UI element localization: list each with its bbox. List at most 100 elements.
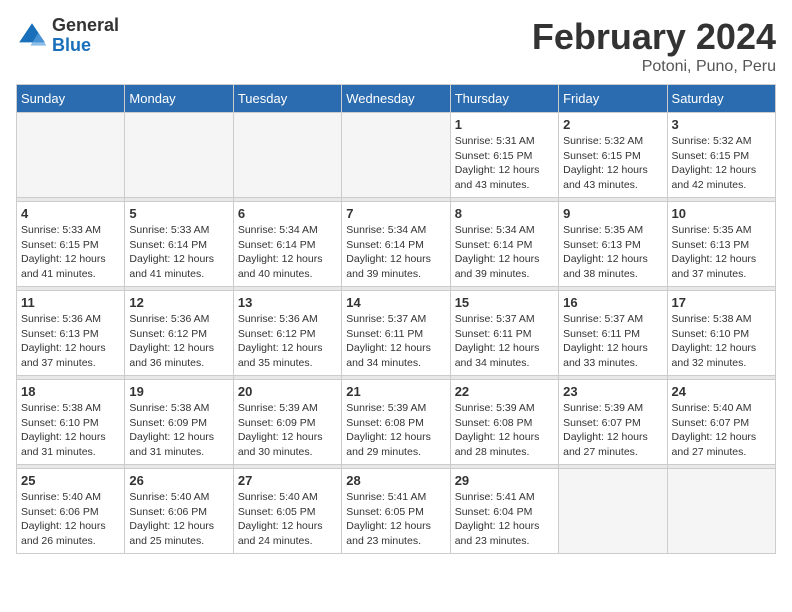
logo-general-text: General <box>52 16 119 36</box>
logo: General Blue <box>16 16 119 56</box>
calendar-cell: 25Sunrise: 5:40 AMSunset: 6:06 PMDayligh… <box>17 469 125 554</box>
calendar-cell: 6 Sunrise: 5:34 AMSunset: 6:14 PMDaylight… <box>233 202 341 287</box>
day-info: Sunrise: 5:33 AMSunset: 6:15 PMDaylight:… <box>21 223 120 282</box>
calendar-cell: 15 Sunrise: 5:37 AMSunset: 6:11 PMDayligh… <box>450 291 558 376</box>
day-info: Sunrise: 5:39 AMSunset: 6:09 PMDaylight:… <box>238 401 337 460</box>
calendar-week-row: 25Sunrise: 5:40 AMSunset: 6:06 PMDayligh… <box>17 469 776 554</box>
location-text: Potoni, Puno, Peru <box>532 58 776 76</box>
day-info: Sunrise: 5:32 AMSunset: 6:15 PMDaylight:… <box>563 134 662 193</box>
day-number: 5 <box>129 206 228 221</box>
day-number: 7 <box>346 206 445 221</box>
calendar-cell: 13 Sunrise: 5:36 AMSunset: 6:12 PMDayligh… <box>233 291 341 376</box>
day-number: 1 <box>455 117 554 132</box>
calendar-week-row: 18Sunrise: 5:38 AMSunset: 6:10 PMDayligh… <box>17 380 776 465</box>
day-number: 23 <box>563 384 662 399</box>
day-number: 26 <box>129 473 228 488</box>
day-info: Sunrise: 5:33 AMSunset: 6:14 PMDaylight:… <box>129 223 228 282</box>
day-info: Sunrise: 5:38 AMSunset: 6:09 PMDaylight:… <box>129 401 228 460</box>
day-info: Sunrise: 5:37 AMSunset: 6:11 PMDaylight:… <box>455 312 554 371</box>
day-info: Sunrise: 5:36 AMSunset: 6:12 PMDaylight:… <box>129 312 228 371</box>
weekday-header-wednesday: Wednesday <box>342 85 450 113</box>
calendar-cell: 16 Sunrise: 5:37 AMSunset: 6:11 PMDayligh… <box>559 291 667 376</box>
calendar-cell: 23 Sunrise: 5:39 AMSunset: 6:07 PMDayligh… <box>559 380 667 465</box>
day-number: 3 <box>672 117 771 132</box>
calendar-cell: 27Sunrise: 5:40 AMSunset: 6:05 PMDayligh… <box>233 469 341 554</box>
calendar-cell: 22Sunrise: 5:39 AMSunset: 6:08 PMDayligh… <box>450 380 558 465</box>
calendar-cell: 18Sunrise: 5:38 AMSunset: 6:10 PMDayligh… <box>17 380 125 465</box>
calendar-cell: 10Sunrise: 5:35 AMSunset: 6:13 PMDayligh… <box>667 202 775 287</box>
calendar-cell: 11 Sunrise: 5:36 AMSunset: 6:13 PMDayligh… <box>17 291 125 376</box>
calendar-cell: 1 Sunrise: 5:31 AMSunset: 6:15 PMDaylight… <box>450 113 558 198</box>
calendar-cell: 5 Sunrise: 5:33 AMSunset: 6:14 PMDaylight… <box>125 202 233 287</box>
day-info: Sunrise: 5:40 AMSunset: 6:07 PMDaylight:… <box>672 401 771 460</box>
calendar-cell: 21Sunrise: 5:39 AMSunset: 6:08 PMDayligh… <box>342 380 450 465</box>
calendar-cell: 9 Sunrise: 5:35 AMSunset: 6:13 PMDaylight… <box>559 202 667 287</box>
calendar-cell: 26 Sunrise: 5:40 AMSunset: 6:06 PMDayligh… <box>125 469 233 554</box>
day-number: 9 <box>563 206 662 221</box>
day-number: 4 <box>21 206 120 221</box>
day-number: 6 <box>238 206 337 221</box>
calendar-cell: 19 Sunrise: 5:38 AMSunset: 6:09 PMDayligh… <box>125 380 233 465</box>
day-number: 17 <box>672 295 771 310</box>
day-info: Sunrise: 5:37 AMSunset: 6:11 PMDaylight:… <box>346 312 445 371</box>
weekday-header-tuesday: Tuesday <box>233 85 341 113</box>
weekday-header-saturday: Saturday <box>667 85 775 113</box>
day-info: Sunrise: 5:38 AMSunset: 6:10 PMDaylight:… <box>21 401 120 460</box>
day-info: Sunrise: 5:34 AMSunset: 6:14 PMDaylight:… <box>238 223 337 282</box>
day-number: 29 <box>455 473 554 488</box>
calendar-cell <box>667 469 775 554</box>
weekday-header-monday: Monday <box>125 85 233 113</box>
day-number: 16 <box>563 295 662 310</box>
day-number: 12 <box>129 295 228 310</box>
day-info: Sunrise: 5:35 AMSunset: 6:13 PMDaylight:… <box>563 223 662 282</box>
calendar-cell <box>125 113 233 198</box>
day-info: Sunrise: 5:34 AMSunset: 6:14 PMDaylight:… <box>455 223 554 282</box>
calendar-cell <box>342 113 450 198</box>
weekday-header-row: SundayMondayTuesdayWednesdayThursdayFrid… <box>17 85 776 113</box>
day-info: Sunrise: 5:36 AMSunset: 6:12 PMDaylight:… <box>238 312 337 371</box>
day-number: 14 <box>346 295 445 310</box>
day-info: Sunrise: 5:37 AMSunset: 6:11 PMDaylight:… <box>563 312 662 371</box>
calendar-cell: 14 Sunrise: 5:37 AMSunset: 6:11 PMDayligh… <box>342 291 450 376</box>
day-info: Sunrise: 5:31 AMSunset: 6:15 PMDaylight:… <box>455 134 554 193</box>
day-number: 20 <box>238 384 337 399</box>
day-number: 15 <box>455 295 554 310</box>
calendar-cell: 3Sunrise: 5:32 AMSunset: 6:15 PMDaylight… <box>667 113 775 198</box>
day-number: 19 <box>129 384 228 399</box>
weekday-header-friday: Friday <box>559 85 667 113</box>
calendar-cell: 28Sunrise: 5:41 AMSunset: 6:05 PMDayligh… <box>342 469 450 554</box>
day-number: 8 <box>455 206 554 221</box>
day-info: Sunrise: 5:39 AMSunset: 6:08 PMDaylight:… <box>346 401 445 460</box>
day-info: Sunrise: 5:39 AMSunset: 6:08 PMDaylight:… <box>455 401 554 460</box>
day-number: 24 <box>672 384 771 399</box>
day-info: Sunrise: 5:41 AMSunset: 6:05 PMDaylight:… <box>346 490 445 549</box>
title-area: February 2024 Potoni, Puno, Peru <box>532 16 776 76</box>
calendar-week-row: 4 Sunrise: 5:33 AMSunset: 6:15 PMDaylight… <box>17 202 776 287</box>
day-number: 13 <box>238 295 337 310</box>
day-info: Sunrise: 5:34 AMSunset: 6:14 PMDaylight:… <box>346 223 445 282</box>
day-info: Sunrise: 5:40 AMSunset: 6:06 PMDaylight:… <box>21 490 120 549</box>
month-title: February 2024 <box>532 16 776 58</box>
weekday-header-sunday: Sunday <box>17 85 125 113</box>
day-info: Sunrise: 5:40 AMSunset: 6:06 PMDaylight:… <box>129 490 228 549</box>
day-info: Sunrise: 5:38 AMSunset: 6:10 PMDaylight:… <box>672 312 771 371</box>
calendar-cell: 12 Sunrise: 5:36 AMSunset: 6:12 PMDayligh… <box>125 291 233 376</box>
day-number: 11 <box>21 295 120 310</box>
calendar-cell: 8 Sunrise: 5:34 AMSunset: 6:14 PMDaylight… <box>450 202 558 287</box>
calendar-week-row: 1 Sunrise: 5:31 AMSunset: 6:15 PMDaylight… <box>17 113 776 198</box>
day-info: Sunrise: 5:40 AMSunset: 6:05 PMDaylight:… <box>238 490 337 549</box>
day-info: Sunrise: 5:35 AMSunset: 6:13 PMDaylight:… <box>672 223 771 282</box>
calendar-cell <box>233 113 341 198</box>
weekday-header-thursday: Thursday <box>450 85 558 113</box>
day-number: 2 <box>563 117 662 132</box>
logo-blue-text: Blue <box>52 36 119 56</box>
calendar-cell: 4 Sunrise: 5:33 AMSunset: 6:15 PMDaylight… <box>17 202 125 287</box>
page-header: General Blue February 2024 Potoni, Puno,… <box>16 16 776 76</box>
day-info: Sunrise: 5:36 AMSunset: 6:13 PMDaylight:… <box>21 312 120 371</box>
logo-icon <box>16 20 48 52</box>
calendar-table: SundayMondayTuesdayWednesdayThursdayFrid… <box>16 84 776 554</box>
calendar-cell <box>17 113 125 198</box>
calendar-cell: 2 Sunrise: 5:32 AMSunset: 6:15 PMDaylight… <box>559 113 667 198</box>
calendar-cell: 17 Sunrise: 5:38 AMSunset: 6:10 PMDayligh… <box>667 291 775 376</box>
day-info: Sunrise: 5:39 AMSunset: 6:07 PMDaylight:… <box>563 401 662 460</box>
